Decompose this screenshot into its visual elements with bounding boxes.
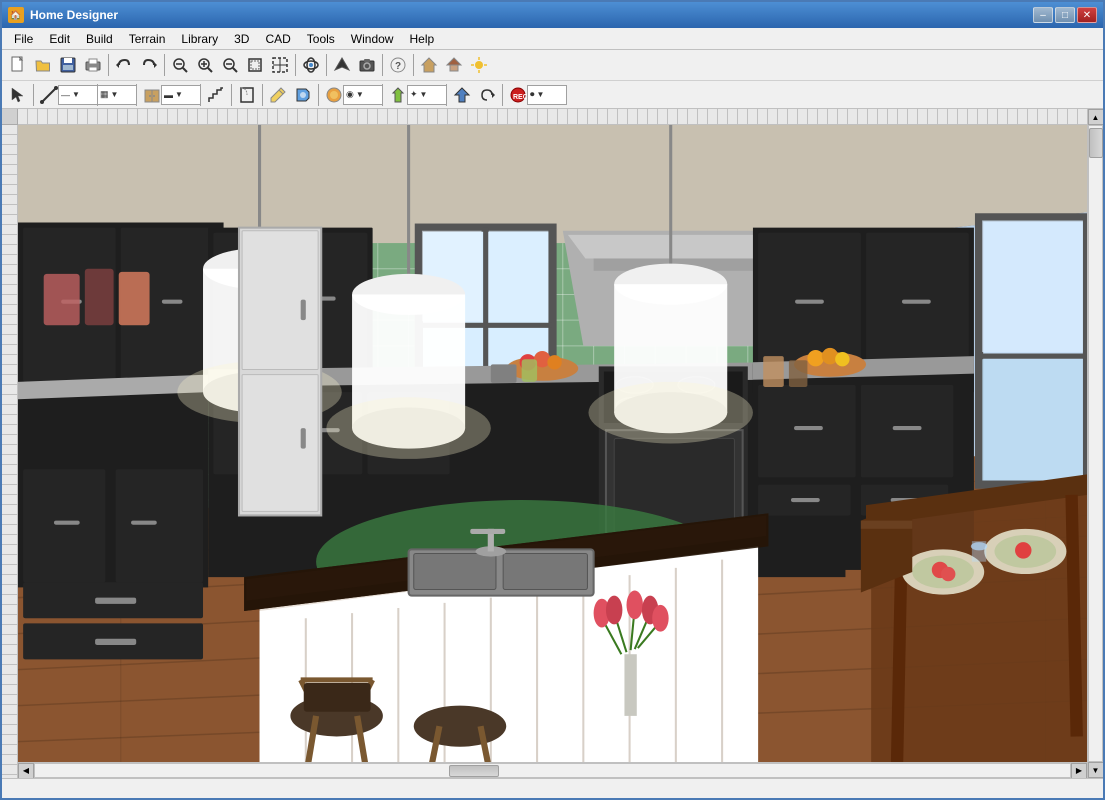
camera-button[interactable] [355, 53, 379, 77]
svg-text:?: ? [395, 61, 401, 72]
menu-cad[interactable]: CAD [257, 30, 298, 48]
stairs-tool-button[interactable] [204, 83, 228, 107]
arrow-up-button[interactable] [330, 53, 354, 77]
zoom-prev-button[interactable] [168, 53, 192, 77]
scrollbar-vertical: ▲ ▼ [1087, 109, 1103, 778]
scroll-thumb-horizontal[interactable] [449, 765, 499, 777]
object-dropdown-button[interactable]: ✦ ▼ [411, 83, 443, 107]
sun-button[interactable] [467, 53, 491, 77]
zoom-out-button[interactable] [218, 53, 242, 77]
cabinet-dropdown-button[interactable]: ▬ ▼ [165, 83, 197, 107]
roof-button[interactable] [442, 53, 466, 77]
ruler-horizontal [18, 109, 1087, 125]
select-tool-button[interactable] [6, 83, 30, 107]
ruler-corner [2, 109, 18, 125]
menu-3d[interactable]: 3D [226, 30, 257, 48]
scroll-left-button[interactable]: ◀ [18, 763, 34, 779]
help-button[interactable]: ? [386, 53, 410, 77]
zoom-in-button[interactable] [193, 53, 217, 77]
paint-tool-button[interactable] [291, 83, 315, 107]
menu-file[interactable]: File [6, 30, 41, 48]
scroll-right-button[interactable]: ▶ [1071, 763, 1087, 779]
scroll-track-vertical[interactable] [1088, 125, 1103, 762]
scrollbar-horizontal: ◀ ▶ [18, 762, 1087, 778]
menu-tools[interactable]: Tools [299, 30, 343, 48]
window-title: Home Designer [30, 8, 1027, 22]
window-controls: – □ ✕ [1033, 7, 1097, 23]
menu-terrain[interactable]: Terrain [121, 30, 174, 48]
scroll-down-button[interactable]: ▼ [1088, 762, 1104, 778]
app-icon: 🏠 [8, 7, 24, 23]
maximize-button[interactable]: □ [1055, 7, 1075, 23]
title-bar: 🏠 Home Designer – □ ✕ [2, 2, 1103, 28]
svg-text:REC: REC [513, 94, 527, 101]
orbit-button[interactable] [299, 53, 323, 77]
menu-bar: File Edit Build Terrain Library 3D CAD T… [2, 28, 1103, 50]
ruler-vertical [2, 125, 18, 778]
wall-dropdown-button[interactable]: ▦ ▼ [101, 83, 133, 107]
zoom-box-button[interactable] [268, 53, 292, 77]
minimize-button[interactable]: – [1033, 7, 1053, 23]
status-bar [2, 778, 1103, 798]
open-button[interactable] [31, 53, 55, 77]
fit-page-button[interactable] [243, 53, 267, 77]
arrow-up3-button[interactable] [450, 83, 474, 107]
left-panel [2, 109, 18, 778]
menu-build[interactable]: Build [78, 30, 121, 48]
menu-edit[interactable]: Edit [41, 30, 78, 48]
house-view-button[interactable] [417, 53, 441, 77]
menu-library[interactable]: Library [173, 30, 226, 48]
scroll-thumb-vertical[interactable] [1089, 128, 1103, 158]
scroll-track-horizontal[interactable] [34, 763, 1071, 778]
menu-window[interactable]: Window [343, 30, 402, 48]
rotate3d-button[interactable] [475, 83, 499, 107]
print-button[interactable] [81, 53, 105, 77]
redo-button[interactable] [137, 53, 161, 77]
menu-help[interactable]: Help [401, 30, 442, 48]
pencil-tool-button[interactable] [266, 83, 290, 107]
undo-button[interactable] [112, 53, 136, 77]
kitchen-scene-svg [18, 125, 1087, 762]
record-dropdown-button[interactable]: ⏺ ▼ [531, 83, 563, 107]
new-button[interactable] [6, 53, 30, 77]
door-tool-button[interactable] [235, 83, 259, 107]
canvas-container: ◀ ▶ [18, 109, 1087, 778]
main-area: ◀ ▶ ▲ ▼ [2, 109, 1103, 778]
save-button[interactable] [56, 53, 80, 77]
toolbar-row-2: — ▼ ▦ ▼ ▬ ▼ [2, 80, 1103, 108]
material-dropdown-button[interactable]: ◉ ▼ [347, 83, 379, 107]
close-button[interactable]: ✕ [1077, 7, 1097, 23]
toolbar-area: ? — ▼ [2, 50, 1103, 109]
canvas-viewport[interactable] [18, 125, 1087, 762]
main-window: 🏠 Home Designer – □ ✕ File Edit Build Te… [0, 0, 1105, 800]
line-dropdown-button[interactable]: — ▼ [62, 83, 94, 107]
scroll-up-button[interactable]: ▲ [1088, 109, 1104, 125]
toolbar-row-1: ? [2, 50, 1103, 80]
